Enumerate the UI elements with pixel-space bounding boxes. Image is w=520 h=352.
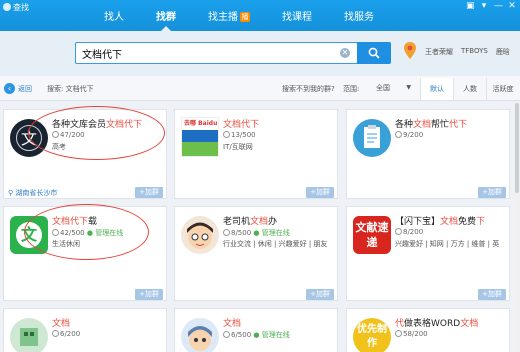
back-arrow-icon[interactable]: ‹ bbox=[4, 83, 15, 94]
annotation-circle bbox=[24, 204, 149, 260]
quick-links: 王者荣耀 TFBOYS 鹿晗 bbox=[425, 47, 510, 57]
menu-icon[interactable]: ▾ bbox=[480, 1, 488, 11]
close-icon[interactable]: ✕ bbox=[508, 1, 516, 11]
group-avatar bbox=[181, 216, 219, 254]
group-card[interactable]: 文档 6/200 bbox=[3, 308, 167, 352]
sort-tab-default[interactable]: 默认 bbox=[420, 78, 453, 100]
group-name: 【闪下宝】文档免费下 bbox=[395, 217, 486, 227]
cartoon-face-icon bbox=[187, 222, 213, 249]
app-logo-icon bbox=[3, 3, 11, 11]
people-icon bbox=[52, 330, 59, 337]
admin-online-status: ● 管理在线 bbox=[253, 331, 290, 339]
location-pin-icon[interactable] bbox=[403, 41, 417, 61]
group-name: 文档 bbox=[52, 319, 71, 329]
member-count: 6/500 ● 管理在线 bbox=[223, 330, 290, 340]
sort-tab-members[interactable]: 人数 bbox=[453, 78, 486, 100]
member-count: 13/500 bbox=[223, 131, 256, 139]
results-scrollbar[interactable] bbox=[514, 101, 520, 352]
window-title: 查找 bbox=[13, 3, 29, 12]
people-icon bbox=[223, 331, 230, 338]
people-icon bbox=[223, 131, 230, 138]
search-box: ✕ bbox=[75, 42, 358, 64]
group-tags: IT/互联网 bbox=[223, 143, 253, 151]
range-select[interactable]: 全国 ▼ bbox=[373, 81, 413, 95]
member-count: 8/500 ● 管理在线 bbox=[223, 228, 290, 238]
window-controls: ▣ ▾ — ✕ bbox=[466, 1, 516, 11]
people-icon bbox=[395, 228, 402, 235]
group-name: 文档代下 bbox=[223, 120, 260, 130]
minimize-icon[interactable]: — bbox=[494, 1, 503, 11]
join-group-button[interactable]: +加群 bbox=[478, 187, 506, 198]
member-count: 6/200 bbox=[52, 330, 80, 338]
tab-find-streamers[interactable]: 找主播播 bbox=[192, 8, 266, 31]
group-avatar bbox=[10, 318, 48, 352]
people-icon bbox=[395, 131, 402, 138]
search-button[interactable] bbox=[357, 42, 391, 64]
group-name: 代做表格WORD文档 bbox=[395, 319, 479, 329]
group-name: 各种文档帮忙代下 bbox=[395, 120, 468, 130]
filter-bar: ‹ 返回 搜索: 文档代下 搜索不到我的群? 范围: 全国 ▼ 默认 人数 活跃度 bbox=[0, 76, 520, 101]
quick-link[interactable]: 鹿晗 bbox=[496, 47, 510, 57]
group-card[interactable]: 各种文档帮忙代下 9/200 +加群 bbox=[346, 109, 510, 199]
group-card[interactable]: 文档 6/500 ● 管理在线 bbox=[174, 308, 338, 352]
join-group-button[interactable]: +加群 bbox=[135, 289, 163, 300]
member-count: 9/200 bbox=[395, 131, 423, 139]
tab-find-people[interactable]: 找人 bbox=[88, 8, 140, 31]
live-badge-icon: 播 bbox=[240, 12, 250, 22]
back-link[interactable]: 返回 bbox=[18, 84, 32, 94]
search-area: ✕ 王者荣耀 TFBOYS 鹿晗 bbox=[0, 31, 520, 76]
tab-find-services[interactable]: 找服务 bbox=[328, 8, 390, 31]
group-tags: 行业交流 | 休闲 | 兴趣爱好 | 朋友 bbox=[223, 240, 328, 248]
group-card[interactable]: 优先制作 代做表格WORD文档 58/200 bbox=[346, 308, 510, 352]
scrollbar-thumb[interactable] bbox=[515, 103, 519, 193]
range-label: 范围: bbox=[343, 85, 360, 93]
cant-find-link[interactable]: 搜索不到我的群? bbox=[282, 84, 335, 94]
group-location: ⚲ 湖南省长沙市 bbox=[8, 189, 58, 197]
join-group-button[interactable]: +加群 bbox=[478, 289, 506, 300]
join-group-button[interactable]: +加群 bbox=[306, 187, 334, 198]
search-summary: 搜索: 文档代下 bbox=[47, 85, 94, 93]
chevron-down-icon: ▼ bbox=[406, 84, 411, 91]
pixel-art-icon bbox=[20, 328, 38, 346]
sort-tabs: 默认 人数 活跃度 bbox=[420, 78, 519, 100]
cartoon-face-icon bbox=[188, 326, 212, 351]
group-avatar: 优先制作 bbox=[353, 318, 391, 352]
group-name: 老司机文档办 bbox=[223, 217, 278, 227]
document-icon bbox=[364, 125, 380, 148]
tab-find-courses[interactable]: 找课程 bbox=[266, 8, 328, 31]
annotation-circle bbox=[28, 106, 165, 160]
main-nav: 找人 找群 找主播播 找课程 找服务 bbox=[88, 8, 390, 31]
quick-link[interactable]: 王者荣耀 bbox=[425, 47, 453, 57]
group-name: 文档 bbox=[223, 319, 242, 329]
group-avatar bbox=[181, 318, 219, 352]
group-card[interactable]: 去哪 Baidu 文档代下 13/500 IT/互联网 +加群 bbox=[174, 109, 338, 199]
search-input[interactable] bbox=[76, 43, 326, 63]
member-count: 8/200 bbox=[395, 228, 423, 236]
skin-icon[interactable]: ▣ bbox=[466, 1, 475, 11]
group-avatar: 去哪 Baidu bbox=[181, 117, 219, 157]
group-avatar: 文献速递 bbox=[353, 216, 391, 254]
quick-link[interactable]: TFBOYS bbox=[461, 47, 488, 57]
tab-find-groups[interactable]: 找群 bbox=[140, 8, 192, 31]
admin-online-status: ● 管理在线 bbox=[253, 229, 290, 237]
title-bar: 查找 ▣ ▾ — ✕ 找人 找群 找主播播 找课程 找服务 bbox=[0, 0, 520, 31]
people-icon bbox=[395, 330, 402, 337]
group-card[interactable]: 老司机文档办 8/500 ● 管理在线 行业交流 | 休闲 | 兴趣爱好 | 朋… bbox=[174, 206, 338, 301]
member-count: 58/200 bbox=[395, 330, 428, 338]
sort-tab-activity[interactable]: 活跃度 bbox=[486, 78, 519, 100]
search-icon bbox=[368, 47, 380, 59]
people-icon bbox=[223, 229, 230, 236]
clear-icon[interactable]: ✕ bbox=[340, 48, 350, 58]
group-card[interactable]: 文献速递 【闪下宝】文档免费下 8/200 兴趣爱好 | 知网 | 万方 | 维… bbox=[346, 206, 510, 301]
group-tags: 兴趣爱好 | 知网 | 万方 | 维普 | 英 bbox=[395, 240, 500, 248]
group-avatar bbox=[353, 119, 391, 157]
location-small-icon: ⚲ bbox=[8, 189, 14, 197]
join-group-button[interactable]: +加群 bbox=[135, 187, 163, 198]
join-group-button[interactable]: +加群 bbox=[306, 289, 334, 300]
